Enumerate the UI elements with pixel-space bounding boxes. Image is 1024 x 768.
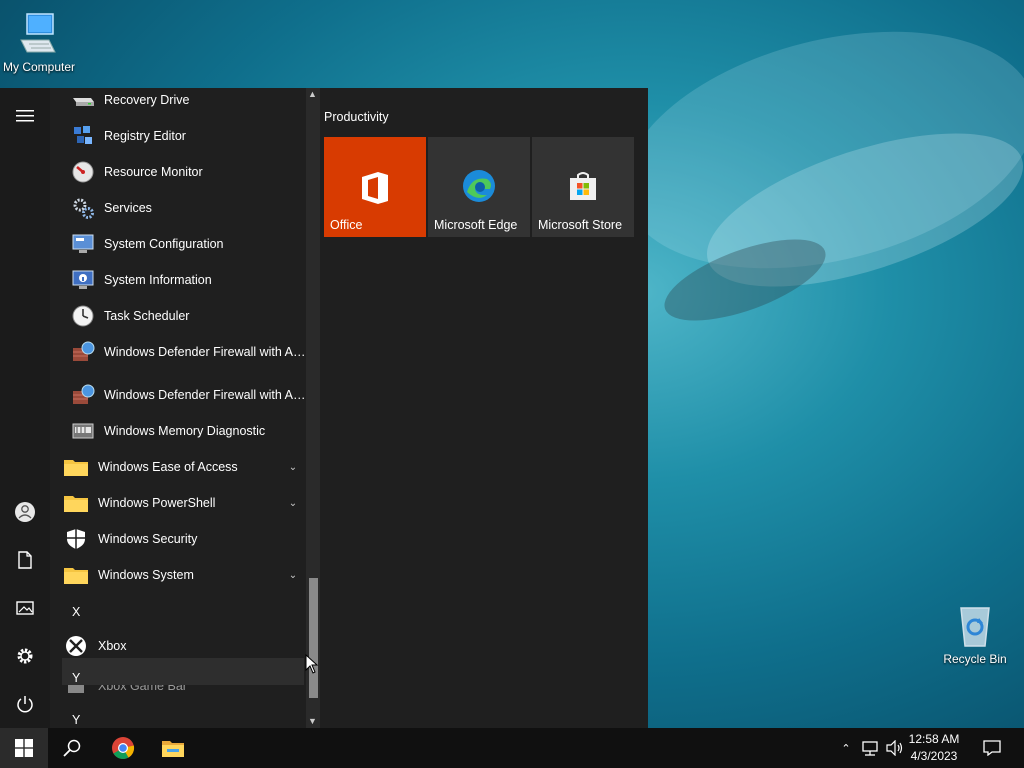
section-letter-x[interactable]: X <box>72 605 80 619</box>
search-icon <box>63 739 81 757</box>
wallpaper-highlight <box>654 222 836 338</box>
letter-y-hover-header[interactable]: Y <box>62 658 304 685</box>
document-icon <box>18 551 32 569</box>
volume-button[interactable] <box>884 728 906 768</box>
power-icon <box>17 696 33 713</box>
chevron-down-icon: ⌄ <box>288 461 298 473</box>
network-button[interactable] <box>860 728 882 768</box>
edge-icon <box>463 170 495 202</box>
tile-microsoft-edge[interactable]: Microsoft Edge <box>428 137 530 237</box>
hamburger-icon <box>16 110 34 122</box>
start-menu: Recovery Drive Registry Editor Resource … <box>0 88 648 728</box>
expand-menu-button[interactable] <box>5 96 45 136</box>
notification-icon <box>983 740 1001 756</box>
folder-icon <box>62 454 90 480</box>
user-icon <box>15 502 35 522</box>
store-bag-icon <box>570 172 596 200</box>
firewall-icon <box>70 382 96 408</box>
folder-icon <box>62 562 90 588</box>
chrome-icon <box>112 737 135 759</box>
wallpaper-highlight <box>689 101 1024 319</box>
speaker-icon <box>886 740 903 756</box>
clock-date: 4/3/2023 <box>910 749 958 763</box>
windows-logo-icon <box>15 739 33 757</box>
power-button[interactable] <box>5 684 45 724</box>
start-button[interactable] <box>0 728 48 768</box>
gear-icon <box>17 648 33 664</box>
app-system-information[interactable]: System Information <box>50 262 306 298</box>
registry-icon <box>70 123 96 149</box>
app-system-configuration[interactable]: System Configuration <box>50 226 306 262</box>
wallpaper-highlight <box>599 0 1024 308</box>
app-memory-diagnostic[interactable]: Windows Memory Diagnostic <box>50 413 306 449</box>
folder-icon <box>62 490 90 516</box>
gears-icon <box>70 195 96 221</box>
folder-windows-system[interactable]: Windows System ⌄ <box>50 557 306 593</box>
action-center-button[interactable] <box>976 728 1008 768</box>
firewall-icon <box>70 339 96 365</box>
memory-chip-icon <box>70 418 96 444</box>
app-firewall-advanced-2[interactable]: Windows Defender Firewall with Ad... <box>50 377 306 413</box>
app-windows-security[interactable]: Windows Security <box>50 521 306 557</box>
picture-icon <box>16 601 34 615</box>
chevron-down-icon: ⌄ <box>288 569 298 581</box>
monitor-gauge-icon <box>70 159 96 185</box>
app-list-scrollbar[interactable]: ▲ ▼ <box>306 88 320 728</box>
clock-time: 12:58 AM <box>908 732 960 746</box>
drive-icon <box>70 88 96 113</box>
folder-windows-powershell[interactable]: Windows PowerShell ⌄ <box>50 485 306 521</box>
settings-button[interactable] <box>5 636 45 676</box>
taskbar: ⌃ 12:58 AM 4/3/2023 <box>0 728 1024 768</box>
network-icon <box>862 741 878 756</box>
desktop-icon-recycle-bin[interactable]: Recycle Bin <box>930 602 1020 666</box>
app-list: Recovery Drive Registry Editor Resource … <box>50 88 306 728</box>
file-explorer-icon <box>162 741 184 757</box>
taskbar-file-explorer[interactable] <box>150 728 196 768</box>
recycle-bin-icon <box>951 602 999 650</box>
section-letter-y[interactable]: Y <box>72 713 80 727</box>
tile-office[interactable]: Office <box>324 137 426 237</box>
shield-icon <box>62 526 90 552</box>
start-rail <box>0 88 50 728</box>
clock-icon <box>70 303 96 329</box>
search-button[interactable] <box>50 728 94 768</box>
system-clock[interactable]: 12:58 AM 4/3/2023 <box>904 731 964 765</box>
desktop-icon-label: My Computer <box>2 60 76 74</box>
account-button[interactable] <box>5 492 45 532</box>
app-firewall-advanced-1[interactable]: Windows Defender Firewall with Ad... <box>50 334 306 370</box>
system-info-icon <box>70 267 96 293</box>
taskbar-chrome[interactable] <box>100 728 146 768</box>
app-resource-monitor[interactable]: Resource Monitor <box>50 154 306 190</box>
office-icon <box>362 172 388 204</box>
scroll-down-icon[interactable]: ▼ <box>308 716 317 726</box>
app-recovery-drive[interactable]: Recovery Drive <box>50 88 306 118</box>
xbox-icon <box>62 633 90 659</box>
pictures-button[interactable] <box>5 588 45 628</box>
app-services[interactable]: Services <box>50 190 306 226</box>
chevron-down-icon: ⌄ <box>288 497 298 509</box>
scrollbar-thumb[interactable] <box>309 578 318 698</box>
computer-icon <box>15 10 63 58</box>
app-task-scheduler[interactable]: Task Scheduler <box>50 298 306 334</box>
scroll-up-icon[interactable]: ▲ <box>308 89 317 99</box>
tiles-group-title: Productivity <box>324 110 389 124</box>
chevron-up-icon: ⌃ <box>841 742 851 755</box>
system-config-icon <box>70 231 96 257</box>
app-registry-editor[interactable]: Registry Editor <box>50 118 306 154</box>
show-hidden-icons-button[interactable]: ⌃ <box>836 728 856 768</box>
mouse-cursor-icon <box>305 654 319 674</box>
tile-microsoft-store[interactable]: Microsoft Store <box>532 137 634 237</box>
desktop-icon-label: Recycle Bin <box>943 652 1007 666</box>
folder-windows-ease-of-access[interactable]: Windows Ease of Access ⌄ <box>50 449 306 485</box>
desktop-icon-my-computer[interactable]: My Computer <box>0 10 84 74</box>
documents-button[interactable] <box>5 540 45 580</box>
tiles-area: Productivity Office Microsoft Edge Micro… <box>320 88 648 728</box>
